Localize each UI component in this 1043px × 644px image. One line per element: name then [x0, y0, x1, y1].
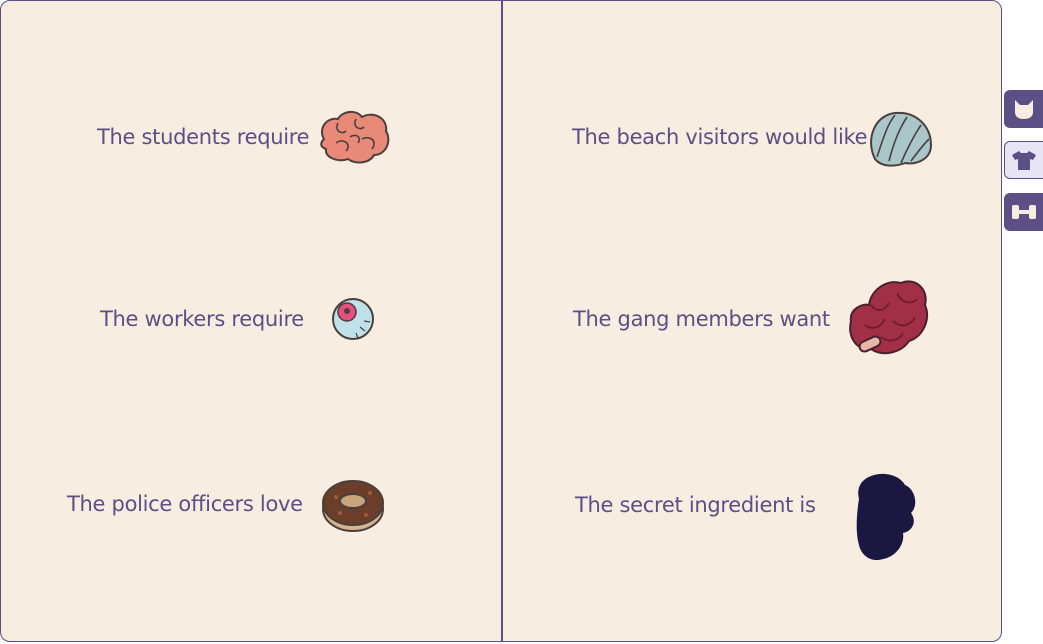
tab-cat[interactable]: [1004, 90, 1043, 128]
dumbbell-icon: [1012, 205, 1036, 219]
cat-icon: [1015, 100, 1033, 119]
left-row-1-text: The students require: [97, 125, 310, 149]
donut-icon: [322, 480, 384, 532]
unknown-silhouette-icon: [856, 473, 916, 561]
right-row-2-text: The gang members want: [573, 307, 830, 331]
tab-dumbbell[interactable]: [1004, 193, 1043, 231]
shirt-icon: [1012, 151, 1036, 170]
left-row-2-text: The workers require: [100, 307, 304, 331]
right-row-3-text: The secret ingredient is: [575, 493, 816, 517]
raw-meat-icon: [849, 280, 928, 355]
book-spine: [501, 1, 503, 641]
brain-icon: [320, 111, 390, 164]
tab-shirt[interactable]: [1004, 141, 1043, 179]
seashell-icon: [870, 111, 933, 167]
left-row-3-text: The police officers love: [67, 492, 303, 516]
right-row-1-text: The beach visitors would like: [572, 125, 868, 149]
recipe-book: The students require The workers require…: [0, 0, 1002, 642]
eyeball-icon: [332, 298, 374, 340]
